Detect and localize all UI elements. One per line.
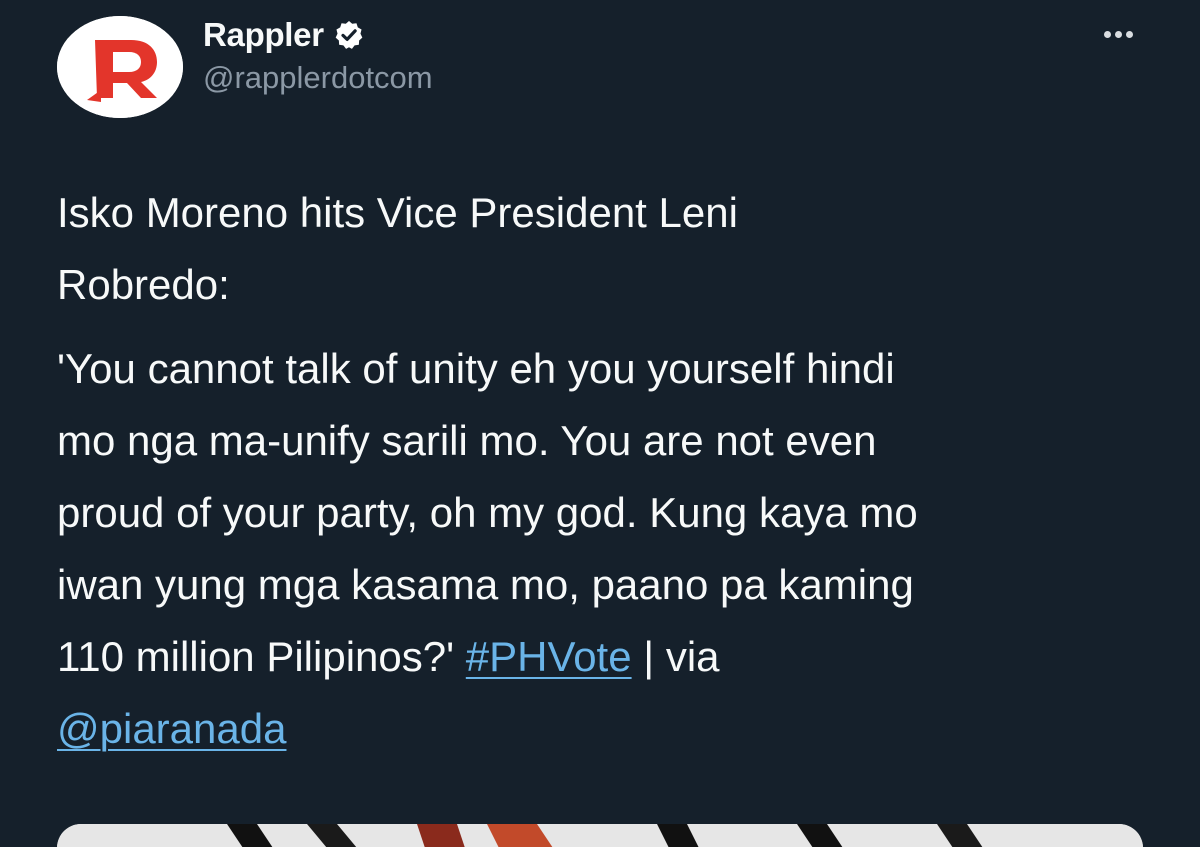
more-dot bbox=[1114, 30, 1122, 38]
author-name-row[interactable]: Rappler bbox=[203, 14, 365, 56]
avatar[interactable] bbox=[57, 16, 183, 118]
tweet-line: proud of your party, oh my god. Kung kay… bbox=[57, 489, 918, 536]
tweet-line: 110 million Pilipinos?' bbox=[57, 633, 466, 680]
display-name[interactable]: Rappler bbox=[203, 16, 324, 54]
tweet-line: iwan yung mga kasama mo, paano pa kaming bbox=[57, 561, 914, 608]
media-preview bbox=[57, 824, 1143, 847]
tweet-text: Isko Moreno hits Vice President Leni Rob… bbox=[57, 177, 1167, 765]
tweet-quote: 'You cannot talk of unity eh you yoursel… bbox=[57, 333, 1167, 765]
rappler-logo bbox=[57, 16, 183, 118]
verified-badge-icon bbox=[335, 21, 363, 49]
more-dot bbox=[1125, 30, 1133, 38]
hashtag-link[interactable]: #PHVote bbox=[466, 633, 632, 680]
tweet-headline: Isko Moreno hits Vice President Leni Rob… bbox=[57, 177, 1167, 321]
more-options-icon[interactable] bbox=[1096, 14, 1140, 54]
tweet-line: mo nga ma-unify sarili mo. You are not e… bbox=[57, 417, 877, 464]
tweet-line: Isko Moreno hits Vice President Leni bbox=[57, 189, 738, 236]
tweet-line: Robredo: bbox=[57, 261, 230, 308]
tweet-media[interactable] bbox=[57, 824, 1143, 847]
tweet: Rappler @rapplerdotcom Isko Moreno hits … bbox=[0, 0, 1200, 847]
mention-link[interactable]: @piaranada bbox=[57, 705, 286, 752]
author-handle[interactable]: @rapplerdotcom bbox=[203, 60, 433, 96]
tweet-line: 'You cannot talk of unity eh you yoursel… bbox=[57, 345, 895, 392]
more-dot bbox=[1103, 30, 1111, 38]
via-text: | via bbox=[631, 633, 720, 680]
